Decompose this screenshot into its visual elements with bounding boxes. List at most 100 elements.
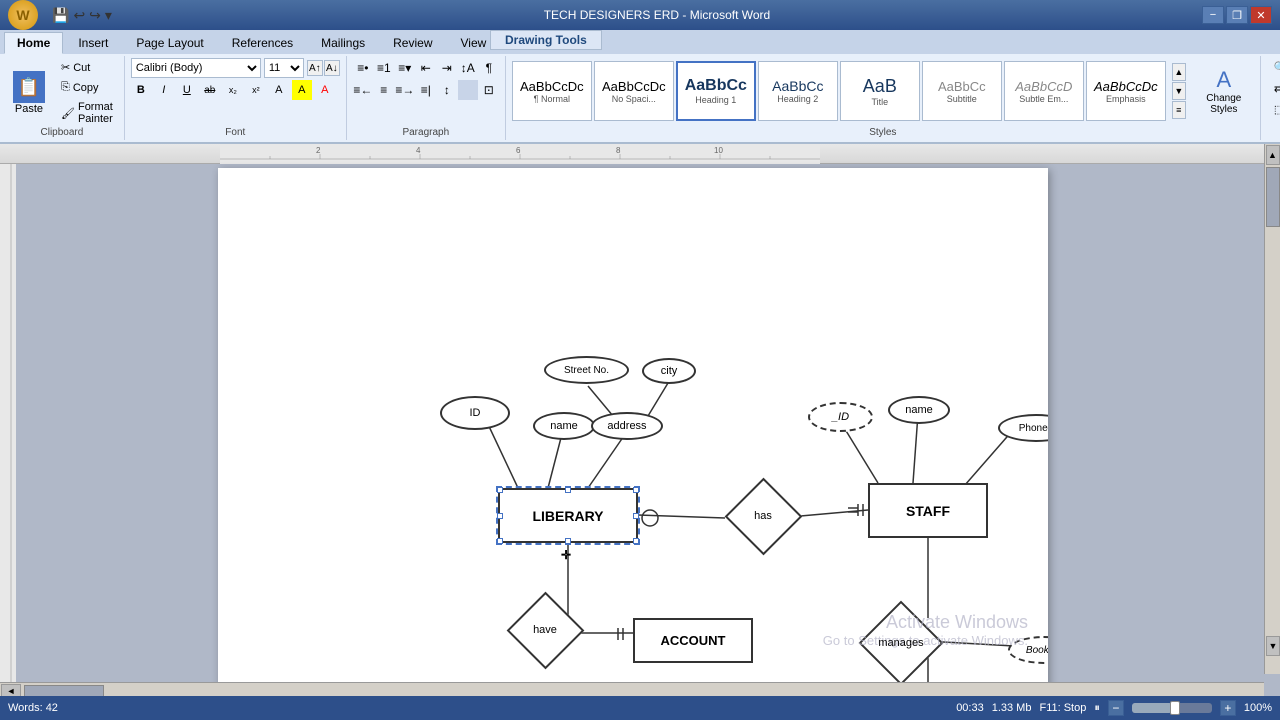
redo-icon[interactable]: ↪ (89, 7, 101, 24)
multilevel-button[interactable]: ≡▾ (395, 58, 415, 78)
zoom-in-button[interactable]: + (1220, 700, 1236, 716)
ribbon-tabs: Home Insert Page Layout References Maili… (0, 30, 1280, 54)
subscript-button[interactable]: x₂ (223, 80, 243, 100)
justify-button[interactable]: ≡| (416, 80, 436, 100)
change-styles-button[interactable]: A Change Styles (1194, 62, 1254, 120)
borders-button[interactable]: ⊡ (479, 80, 499, 100)
file-size: 1.33 Mb (992, 702, 1032, 714)
format-painter-button[interactable]: 🖌 Format Painter (56, 98, 118, 128)
font-size-select[interactable]: 11 (264, 58, 304, 78)
font-shrink-button[interactable]: A↓ (324, 60, 340, 76)
copy-button[interactable]: ⎘ Copy (56, 78, 118, 97)
style-normal[interactable]: AaBbCcDc ¶ Normal (512, 61, 592, 121)
underline-button[interactable]: U (177, 80, 197, 100)
styles-group: AaBbCcDc ¶ Normal AaBbCcDc No Spaci... A… (506, 56, 1261, 140)
align-right-button[interactable]: ≡→ (395, 80, 415, 100)
cut-button[interactable]: ✂ Cut (56, 58, 118, 77)
bold-button[interactable]: B (131, 80, 151, 100)
entity-staff[interactable]: STAFF (868, 483, 988, 538)
relationship-manages[interactable]: manages (866, 623, 936, 663)
highlight-button[interactable]: A (292, 80, 312, 100)
horizontal-ruler: 2 4 6 8 10 (0, 144, 1264, 164)
style-heading2[interactable]: AaBbCc Heading 2 (758, 61, 838, 121)
superscript-button[interactable]: x² (246, 80, 266, 100)
tab-references[interactable]: References (219, 32, 306, 54)
font-color-button[interactable]: A (315, 80, 335, 100)
undo-icon[interactable]: ↩ (73, 7, 85, 24)
replace-button[interactable]: ⇄ Replace (1267, 79, 1280, 98)
entity-liberary[interactable]: LIBERARY ✛ (498, 488, 638, 543)
copy-icon: ⎘ (61, 81, 70, 94)
tab-insert[interactable]: Insert (65, 32, 121, 54)
text-effect-button[interactable]: A (269, 80, 289, 100)
entity-account[interactable]: ACCOUNT (633, 618, 753, 663)
tab-mailings[interactable]: Mailings (308, 32, 378, 54)
style-scroll-down[interactable]: ▼ (1172, 82, 1186, 100)
style-no-spacing[interactable]: AaBbCcDc No Spaci... (594, 61, 674, 121)
attr-id-staff: _ID (808, 402, 873, 432)
zoom-thumb[interactable] (1170, 701, 1180, 715)
drawing-tools-tab[interactable]: Drawing Tools (490, 30, 602, 50)
attr-id-library: ID (440, 396, 510, 430)
show-formatting-button[interactable]: ¶ (479, 58, 499, 78)
save-icon[interactable]: 💾 (52, 7, 69, 24)
titlebar-left: W 💾 ↩ ↪ ▾ (8, 0, 112, 30)
paste-button[interactable]: 📋 Paste (6, 66, 52, 120)
document-page: LIBERARY ✛ STAFF ACCOU (218, 168, 1048, 688)
style-scroll-up[interactable]: ▲ (1172, 63, 1186, 81)
style-subtitle[interactable]: AaBbCc Subtitle (922, 61, 1002, 121)
zoom-out-button[interactable]: − (1108, 700, 1124, 716)
select-button[interactable]: ⬚ Select ▾ (1267, 100, 1280, 119)
increase-indent-button[interactable]: ⇥ (437, 58, 457, 78)
find-button[interactable]: 🔍 Find ▾ (1267, 58, 1280, 77)
zoom-level: 100% (1244, 702, 1272, 714)
zoom-slider[interactable] (1132, 703, 1212, 713)
svg-text:8: 8 (616, 146, 621, 155)
vertical-scrollbar[interactable]: ▲ ▼ (1264, 144, 1280, 674)
relationship-has[interactable]: has (728, 496, 798, 536)
pause-icon[interactable]: ⏸ (1094, 702, 1100, 715)
replace-icon: ⇄ (1274, 82, 1280, 95)
minimize-button[interactable]: − (1202, 6, 1224, 24)
relationship-have-library[interactable]: have (510, 610, 580, 650)
style-subtle-em[interactable]: AaBbCcD Subtle Em... (1004, 61, 1084, 121)
erd-canvas: LIBERARY ✛ STAFF ACCOU (218, 168, 1048, 688)
scroll-thumb-v[interactable] (1266, 167, 1280, 227)
align-center-button[interactable]: ≡ (374, 80, 394, 100)
sort-button[interactable]: ↕A (458, 58, 478, 78)
titlebar: W 💾 ↩ ↪ ▾ TECH DESIGNERS ERD - Microsoft… (0, 0, 1280, 30)
styles-label: Styles (506, 127, 1260, 138)
svg-text:10: 10 (714, 146, 723, 155)
style-more[interactable]: ≡ (1172, 101, 1186, 119)
style-title[interactable]: AaB Title (840, 61, 920, 121)
line-spacing-button[interactable]: ↕ (437, 80, 457, 100)
attr-name-library: name (533, 412, 595, 440)
shading-button[interactable] (458, 80, 478, 100)
restore-button[interactable]: ❐ (1226, 6, 1248, 24)
scroll-up-arrow[interactable]: ▲ (1266, 145, 1280, 165)
strikethrough-button[interactable]: ab (200, 80, 220, 100)
tab-home[interactable]: Home (4, 32, 63, 54)
style-emphasis[interactable]: AaBbCcDc Emphasis (1086, 61, 1166, 121)
change-styles-icon: A (1216, 67, 1231, 93)
style-items-row: AaBbCcDc ¶ Normal AaBbCcDc No Spaci... A… (512, 61, 1166, 121)
search-icon: 🔍 (1274, 61, 1280, 74)
scroll-down-arrow[interactable]: ▼ (1266, 636, 1280, 656)
font-name-select[interactable]: Calibri (Body) (131, 58, 261, 78)
font-grow-button[interactable]: A↑ (307, 60, 323, 76)
tab-review[interactable]: Review (380, 32, 445, 54)
paragraph-label: Paragraph (347, 127, 505, 138)
decrease-indent-button[interactable]: ⇤ (416, 58, 436, 78)
ribbon: Home Insert Page Layout References Maili… (0, 30, 1280, 144)
customize-icon[interactable]: ▾ (105, 7, 112, 24)
align-left-button[interactable]: ≡← (353, 80, 373, 100)
document-area: 2 4 6 8 10 (0, 144, 1280, 698)
paste-label: Paste (15, 103, 43, 115)
style-heading1[interactable]: AaBbCc Heading 1 (676, 61, 756, 121)
office-button[interactable]: W (8, 0, 38, 30)
close-button[interactable]: ✕ (1250, 6, 1272, 24)
bullets-button[interactable]: ≡• (353, 58, 373, 78)
italic-button[interactable]: I (154, 80, 174, 100)
tab-page-layout[interactable]: Page Layout (123, 32, 216, 54)
numbering-button[interactable]: ≡1 (374, 58, 394, 78)
